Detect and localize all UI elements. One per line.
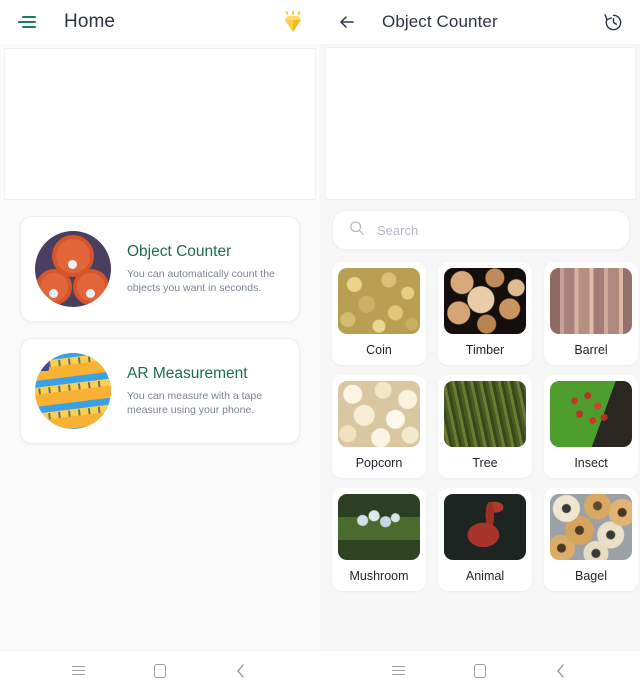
recents-icon[interactable]: [66, 658, 92, 684]
ad-banner-placeholder[interactable]: [325, 47, 636, 200]
feature-title: AR Measurement: [127, 364, 248, 382]
right-android-navbar: [320, 650, 640, 690]
page-title: Object Counter: [382, 12, 498, 31]
ad-banner-placeholder[interactable]: [4, 48, 316, 200]
category-label: Barrel: [574, 343, 608, 357]
right-appbar: Object Counter: [320, 0, 640, 44]
category-item-tree[interactable]: Tree: [438, 375, 532, 478]
category-thumbnail: [444, 268, 526, 334]
recents-icon[interactable]: [386, 658, 412, 684]
category-thumbnail: [444, 494, 526, 560]
category-grid: Coin Timber Barrel Popcorn Tree Insect M…: [332, 262, 638, 591]
search-input[interactable]: [377, 222, 613, 238]
search-icon: [349, 220, 365, 241]
left-content: Object Counter You can automatically cou…: [0, 200, 320, 650]
feature-card-ar-measurement[interactable]: AR Measurement You can measure with a ta…: [20, 338, 300, 444]
category-label: Insect: [574, 456, 608, 470]
category-thumbnail: [550, 494, 632, 560]
right-phone-screen: Object Counter Search Coin Timber Barrel…: [320, 0, 640, 690]
category-thumbnail: [338, 381, 420, 447]
feature-text: Object Counter You can automatically cou…: [111, 243, 285, 295]
category-thumbnail: [338, 268, 420, 334]
category-label: Mushroom: [349, 569, 409, 583]
feature-description: You can automatically count the objects …: [127, 267, 275, 294]
feature-card-object-counter[interactable]: Object Counter You can automatically cou…: [20, 216, 300, 322]
left-phone-screen: Home Object Counter You can automaticall…: [0, 0, 320, 690]
barrels-circle-icon: [35, 231, 111, 307]
category-label: Coin: [366, 343, 392, 357]
left-appbar: Home: [0, 0, 320, 44]
home-icon[interactable]: [467, 658, 493, 684]
category-item-timber[interactable]: Timber: [438, 262, 532, 365]
category-label: Timber: [465, 343, 505, 357]
home-icon[interactable]: [147, 658, 173, 684]
category-item-insect[interactable]: Insect: [544, 375, 638, 478]
right-banner-area: [320, 44, 640, 200]
left-android-navbar: [0, 650, 320, 690]
category-label: Popcorn: [355, 456, 403, 470]
back-icon[interactable]: [548, 658, 574, 684]
category-item-barrel[interactable]: Barrel: [544, 262, 638, 365]
history-icon[interactable]: [600, 9, 626, 35]
category-item-bagel[interactable]: Bagel: [544, 488, 638, 591]
page-title: Home: [64, 11, 116, 32]
sparkle-decoration: [285, 10, 301, 16]
category-thumbnail: [550, 381, 632, 447]
diamond-gem-icon[interactable]: [280, 9, 306, 35]
arrow-left-icon[interactable]: [334, 9, 360, 35]
category-thumbnail: [338, 494, 420, 560]
category-label: Animal: [465, 569, 505, 583]
feature-title: Object Counter: [127, 242, 232, 260]
category-thumbnail: [550, 268, 632, 334]
search-bar[interactable]: [332, 210, 630, 250]
category-item-popcorn[interactable]: Popcorn: [332, 375, 426, 478]
tune-icon[interactable]: [14, 9, 40, 35]
category-item-mushroom[interactable]: Mushroom: [332, 488, 426, 591]
dual-screen-container: Home Object Counter You can automaticall…: [0, 0, 640, 690]
left-banner-area: [0, 44, 320, 200]
category-item-animal[interactable]: Animal: [438, 488, 532, 591]
category-item-coin[interactable]: Coin: [332, 262, 426, 365]
feature-description: You can measure with a tape measure usin…: [127, 389, 263, 416]
back-icon[interactable]: [228, 658, 254, 684]
category-thumbnail: [444, 381, 526, 447]
category-label: Tree: [472, 456, 498, 470]
category-label: Bagel: [575, 569, 607, 583]
tape-measure-circle-icon: [35, 353, 111, 429]
right-content: Coin Timber Barrel Popcorn Tree: [320, 200, 640, 650]
feature-text: AR Measurement You can measure with a ta…: [111, 365, 285, 417]
